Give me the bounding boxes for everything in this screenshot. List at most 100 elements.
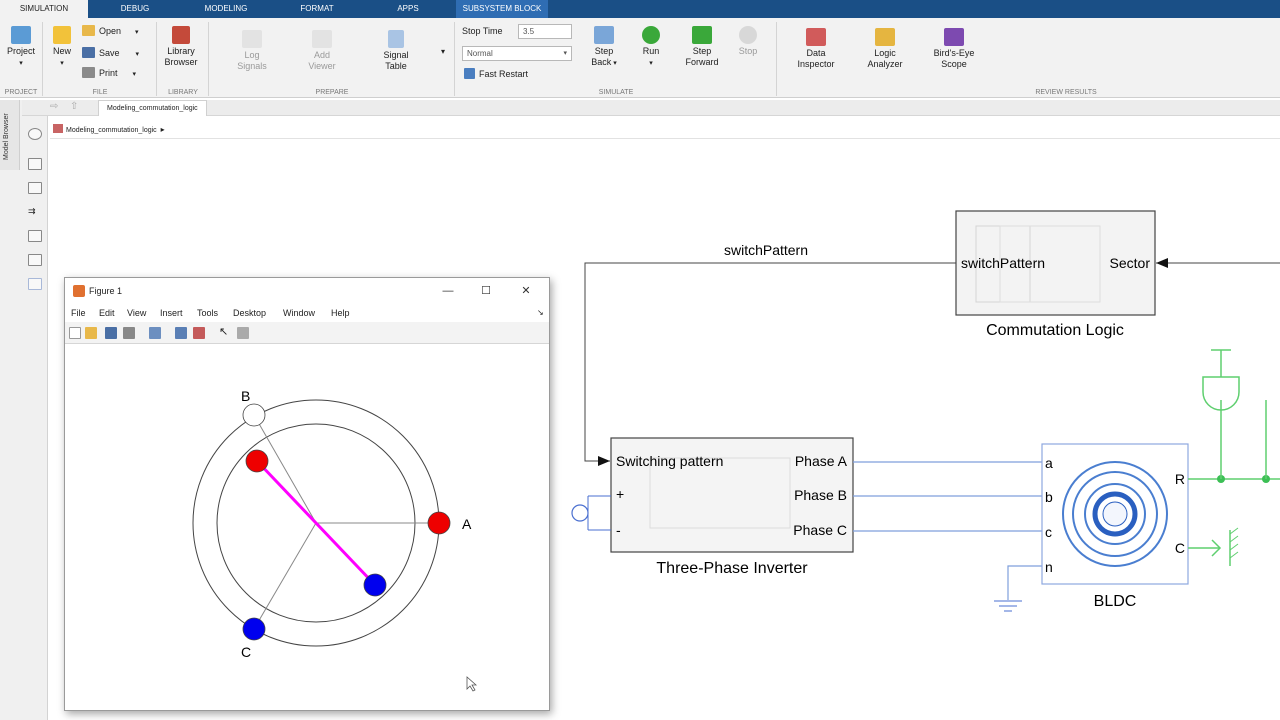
table-icon	[388, 30, 404, 48]
tab-debug[interactable]: DEBUG	[100, 0, 170, 18]
add-viewer-label: Viewer	[308, 61, 336, 71]
separator	[454, 22, 455, 96]
menu-desktop[interactable]: Desktop	[233, 304, 266, 322]
signal-table-label: Table	[385, 61, 407, 71]
menu-window[interactable]: Window	[283, 304, 315, 322]
project-button[interactable]: Project ▾	[2, 26, 40, 69]
area-icon[interactable]	[28, 278, 42, 290]
block-diagram-palette: ⇦ ⇉	[0, 100, 48, 720]
forward-arrow-icon[interactable]: ⇨	[50, 101, 58, 112]
hide-show-icon[interactable]	[28, 128, 42, 140]
legend-icon[interactable]	[193, 327, 205, 339]
step-back-label: Step	[594, 46, 614, 56]
arrow-right-icon[interactable]: ⇉	[28, 206, 42, 218]
birds-eye-scope-button[interactable]: Bird's-Eye Scope	[926, 28, 982, 70]
tab-format[interactable]: FORMAT	[282, 0, 352, 18]
print-figure-icon[interactable]	[123, 327, 135, 339]
run-icon	[642, 26, 660, 44]
dock-arrow-icon[interactable]: ↘	[537, 304, 544, 322]
connection-neutral[interactable]	[1007, 565, 1042, 600]
prepare-gallery-expand[interactable]: ▾	[436, 46, 450, 57]
stop-icon	[739, 26, 757, 44]
fast-restart-icon	[464, 68, 475, 79]
step-forward-icon	[692, 26, 712, 44]
dc-source-icon[interactable]	[571, 495, 611, 531]
group-label-prepare: PREPARE	[315, 89, 349, 96]
link-plot-icon[interactable]	[149, 327, 161, 339]
step-back-label: Back	[591, 57, 612, 67]
commutation-logic-block[interactable]: switchPattern Sector Commutation Logic	[955, 210, 1156, 339]
up-arrow-icon[interactable]: ⇧	[70, 101, 78, 112]
save-figure-icon[interactable]	[105, 327, 117, 339]
new-button[interactable]: New ▾	[46, 26, 78, 69]
model-browser-tab[interactable]: Model Browser	[0, 100, 20, 170]
signal-table-label: Signal	[383, 50, 409, 60]
cursor-icon[interactable]: ↖	[219, 325, 231, 338]
menu-edit[interactable]: Edit	[99, 304, 115, 322]
step-back-button[interactable]: Step Back ▾	[584, 26, 624, 69]
fit-view-icon[interactable]	[28, 182, 42, 194]
signal-table-button[interactable]: Signal Table	[374, 30, 418, 72]
minimize-icon[interactable]: —	[433, 278, 463, 304]
birds-eye-scope-icon	[944, 28, 964, 46]
ground-icon	[994, 600, 1022, 612]
fast-restart-toggle[interactable]: Fast Restart	[464, 67, 528, 81]
close-icon[interactable]: ✕	[511, 278, 541, 304]
tab-simulation[interactable]: SIMULATION	[0, 0, 88, 18]
maximize-icon[interactable]: ☐	[471, 278, 501, 304]
ribbon-tab-bar: SIMULATION DEBUG MODELING FORMAT APPS SU…	[0, 0, 1280, 18]
bldc-block[interactable]: a b c n R C BLDC	[1041, 443, 1189, 610]
block-name-commutation-logic: Commutation Logic	[986, 322, 1124, 339]
model-tab[interactable]: Modeling_commutation_logic	[98, 100, 207, 116]
stop-label: Stop	[738, 46, 758, 56]
figure-title-bar[interactable]: Figure 1 — ☐ ✕	[65, 278, 549, 304]
tab-subsystem-block[interactable]: SUBSYSTEM BLOCK	[456, 0, 548, 18]
menu-tools[interactable]: Tools	[197, 304, 218, 322]
open-file-icon[interactable]	[85, 327, 97, 339]
port-label-c: c	[1045, 524, 1052, 540]
breadcrumb-model[interactable]: Modeling_commutation_logic	[66, 127, 157, 134]
simulation-mode-select[interactable]: Normal ▾	[462, 46, 572, 61]
birds-eye-scope-label: Bird's-Eye	[933, 48, 975, 58]
log-signals-button[interactable]: Log Signals	[230, 30, 274, 72]
property-editor-icon[interactable]	[237, 327, 249, 339]
add-viewer-button[interactable]: Add Viewer	[300, 30, 344, 72]
group-label-simulate: SIMULATE	[598, 89, 634, 96]
open-button[interactable]: Open ▾	[82, 24, 139, 38]
print-button[interactable]: Print ▾	[82, 66, 136, 80]
menu-insert[interactable]: Insert	[160, 304, 183, 322]
tab-modeling[interactable]: MODELING	[186, 0, 266, 18]
label-a: A	[462, 516, 472, 532]
three-phase-inverter-block[interactable]: Switching pattern + - Phase A Phase B Ph…	[610, 437, 854, 577]
save-button[interactable]: Save ▾	[82, 46, 139, 60]
stop-time-input[interactable]: 3.5	[518, 24, 572, 39]
navigation-bar: ⇨ ⇧ Modeling_commutation_logic	[22, 100, 1280, 116]
run-button[interactable]: Run ▾	[632, 26, 670, 69]
step-forward-button[interactable]: Step Forward	[680, 26, 724, 68]
image-icon[interactable]	[28, 230, 42, 242]
block-name-three-phase-inverter: Three-Phase Inverter	[656, 560, 808, 577]
chevron-right-icon[interactable]: ▸	[161, 125, 165, 134]
library-browser-button[interactable]: Library Browser	[160, 26, 202, 68]
data-inspector-button[interactable]: Data Inspector	[790, 28, 842, 70]
chevron-down-icon: ▾	[60, 60, 64, 67]
tab-apps[interactable]: APPS	[378, 0, 438, 18]
signal-line-switchpattern[interactable]	[584, 262, 960, 462]
arrowhead	[598, 456, 610, 466]
phasor-plot[interactable]: A B C	[65, 345, 549, 710]
fast-restart-label: Fast Restart	[479, 69, 529, 79]
menu-help[interactable]: Help	[331, 304, 350, 322]
chevron-down-icon: ▾	[611, 60, 617, 67]
step-forward-label: Step	[692, 46, 712, 56]
save-label: Save	[99, 48, 120, 58]
logic-analyzer-button[interactable]: Logic Analyzer	[858, 28, 912, 70]
figure-window[interactable]: Figure 1 — ☐ ✕ File Edit View Insert Too…	[64, 277, 550, 711]
menu-view[interactable]: View	[127, 304, 146, 322]
zoom-icon[interactable]	[28, 158, 42, 170]
data-inspector-label: Data	[806, 48, 826, 58]
stop-button[interactable]: Stop	[732, 26, 764, 57]
menu-file[interactable]: File	[71, 304, 86, 322]
colorbar-icon[interactable]	[175, 327, 187, 339]
new-figure-icon[interactable]	[69, 327, 81, 339]
annotation-icon[interactable]	[28, 254, 42, 266]
